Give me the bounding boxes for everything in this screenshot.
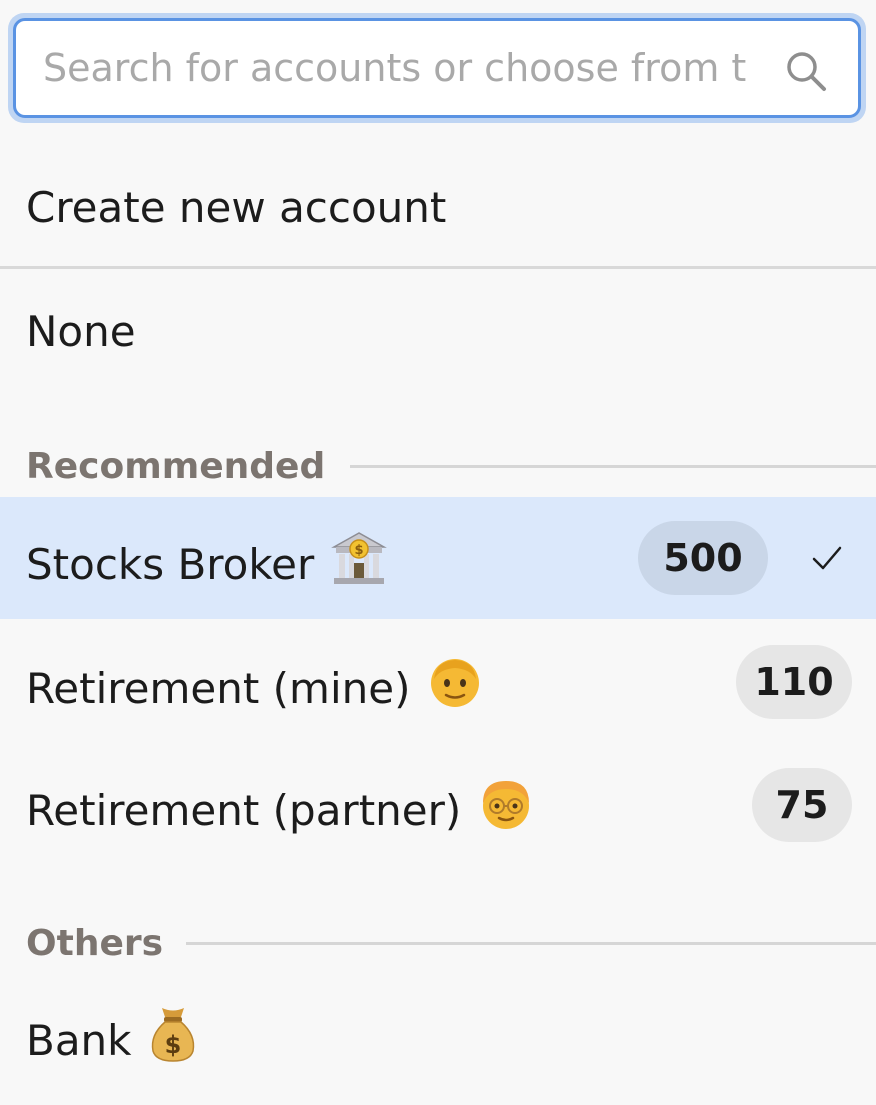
older-person-glasses-icon	[477, 775, 535, 844]
list-item-label: Stocks Broker	[26, 540, 315, 589]
list-item-label: Bank	[26, 1016, 132, 1065]
list-item-bank[interactable]: Bank $	[0, 975, 876, 1100]
count-badge: 500	[638, 521, 768, 595]
create-new-account-option[interactable]: Create new account	[0, 150, 876, 266]
list-item-content: Retirement (mine)	[26, 657, 484, 726]
section-label-others: Others	[26, 923, 164, 964]
svg-text:$: $	[164, 1031, 181, 1059]
section-rule	[350, 465, 876, 468]
list-item-retirement-partner[interactable]: Retirement (partner) 75	[0, 742, 876, 866]
count-badge: 75	[752, 768, 852, 842]
section-rule	[186, 942, 876, 945]
count-badge: 110	[736, 645, 852, 719]
list-item-content: Stocks Broker $	[26, 532, 388, 602]
none-option[interactable]: None	[0, 270, 876, 390]
list-item-stocks-broker[interactable]: Stocks Broker $ 500	[0, 497, 876, 619]
search-input[interactable]	[43, 21, 765, 115]
search-icon[interactable]	[784, 49, 828, 93]
list-item-content: Retirement (partner)	[26, 779, 535, 848]
divider	[0, 266, 876, 269]
create-new-account-label: Create new account	[26, 183, 447, 232]
checkmark-icon	[812, 546, 842, 570]
account-picker: Create new account None Recommended Stoc…	[0, 0, 876, 1105]
search-focus-ring	[8, 13, 866, 123]
none-option-label: None	[26, 307, 136, 356]
section-label-recommended: Recommended	[26, 446, 326, 487]
list-item-content: Bank $	[26, 1008, 198, 1078]
list-item-retirement-mine[interactable]: Retirement (mine) 110	[0, 620, 876, 742]
bank-icon: $	[330, 529, 388, 598]
svg-text:$: $	[355, 543, 364, 558]
older-man-icon	[426, 653, 484, 722]
list-item-label: Retirement (mine)	[26, 664, 411, 713]
money-bag-icon: $	[148, 1005, 198, 1074]
list-item-label: Retirement (partner)	[26, 786, 462, 835]
search-box[interactable]	[13, 18, 861, 118]
